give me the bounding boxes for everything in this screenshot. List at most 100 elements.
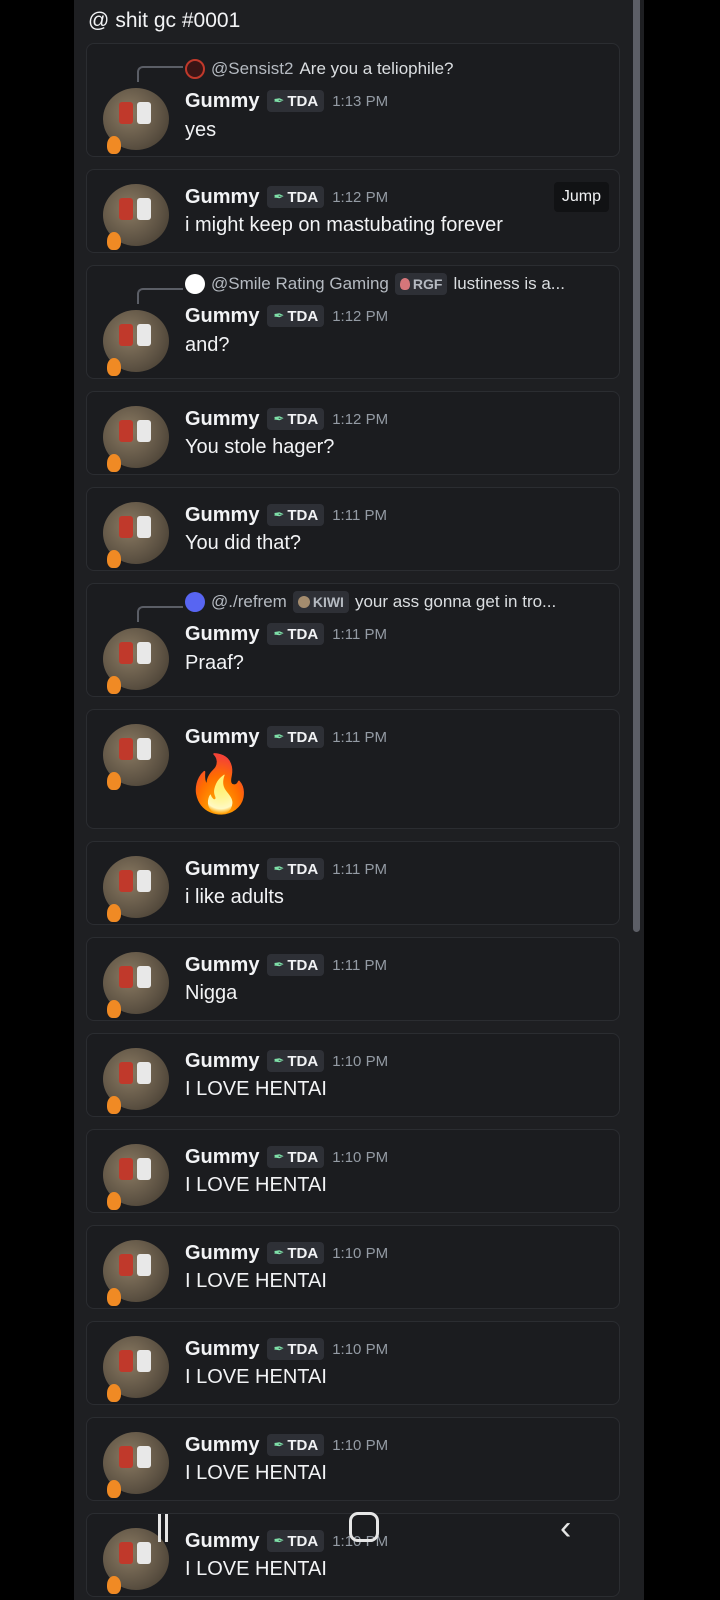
timestamp: 1:11 PM — [332, 728, 387, 746]
sword-icon: ✒ — [273, 861, 285, 876]
avatar[interactable] — [103, 310, 169, 376]
message[interactable]: Gummy ✒ TDA 1:10 PM I LOVE HENTAI — [86, 1513, 620, 1597]
avatar[interactable] — [103, 502, 169, 568]
avatar[interactable] — [103, 856, 169, 922]
author-name[interactable]: Gummy — [185, 305, 259, 328]
message-text: and? — [185, 334, 230, 356]
message[interactable]: Gummy ✒ TDA 1:11 PM You did that? — [86, 487, 620, 571]
message-header: Gummy ✒ TDA 1:11 PM — [185, 724, 387, 750]
message-text: i might keep on mastubating forever — [185, 214, 503, 236]
message-text: I LOVE HENTAI — [185, 1558, 327, 1580]
author-name[interactable]: Gummy — [185, 954, 259, 977]
channel-header: @ shit gc #0001 — [88, 6, 240, 36]
avatar[interactable] — [103, 406, 169, 472]
message[interactable]: Gummy ✒ TDA 1:10 PM I LOVE HENTAI — [86, 1225, 620, 1309]
message[interactable]: Gummy ✒ TDA 1:12 PM You stole hager? — [86, 391, 620, 475]
timestamp: 1:10 PM — [332, 1340, 389, 1358]
reply-mention: @./refrem — [211, 592, 287, 611]
avatar[interactable] — [103, 1144, 169, 1210]
timestamp: 1:10 PM — [332, 1436, 389, 1454]
author-name[interactable]: Gummy — [185, 186, 259, 209]
author-name[interactable]: Gummy — [185, 504, 259, 527]
sword-icon: ✒ — [273, 1341, 285, 1356]
reply-connector — [137, 288, 183, 304]
guild-tag-kiwi[interactable]: KIWI — [292, 591, 349, 613]
sword-icon: ✒ — [273, 957, 285, 972]
reply-avatar-icon — [185, 592, 205, 612]
reply-connector — [137, 66, 183, 82]
message-text: I LOVE HENTAI — [185, 1174, 327, 1196]
guild-tag[interactable]: ✒ TDA — [267, 1242, 325, 1264]
message-text: I LOVE HENTAI — [185, 1366, 327, 1388]
avatar[interactable] — [103, 88, 169, 154]
message[interactable]: Gummy ✒ TDA 1:12 PM i might keep on mastu… — [86, 169, 620, 253]
author-name[interactable]: Gummy — [185, 1338, 259, 1361]
guild-tag[interactable]: ✒ TDA — [267, 954, 325, 976]
message[interactable]: Gummy ✒ TDA 1:11 PM i like adults — [86, 841, 620, 925]
message-text: Praaf? — [185, 652, 244, 674]
message[interactable]: Gummy ✒ TDA 1:10 PM I LOVE HENTAI — [86, 1321, 620, 1405]
avatar[interactable] — [103, 628, 169, 694]
guild-tag[interactable]: ✒ TDA — [267, 858, 325, 880]
guild-tag[interactable]: ✒ TDA — [267, 726, 325, 748]
avatar[interactable] — [103, 1432, 169, 1498]
reply-preview[interactable]: @Sensist2 Are you a teliophile? — [185, 57, 454, 81]
guild-tag[interactable]: ✒ TDA — [267, 504, 325, 526]
avatar[interactable] — [103, 724, 169, 790]
author-name[interactable]: Gummy — [185, 1242, 259, 1265]
message[interactable]: Gummy ✒ TDA 1:10 PM I LOVE HENTAI — [86, 1129, 620, 1213]
author-name[interactable]: Gummy — [185, 90, 259, 113]
message[interactable]: Gummy ✒ TDA 1:10 PM I LOVE HENTAI — [86, 1033, 620, 1117]
guild-tag[interactable]: ✒ TDA — [267, 1530, 325, 1552]
guild-tag[interactable]: ✒ TDA — [267, 1338, 325, 1360]
guild-tag-rgf[interactable]: RGF — [394, 273, 448, 295]
guild-tag[interactable]: ✒ TDA — [267, 1146, 325, 1168]
reply-avatar-icon — [185, 59, 205, 79]
avatar[interactable] — [103, 1240, 169, 1306]
scrollbar[interactable] — [633, 0, 640, 932]
avatar[interactable] — [103, 952, 169, 1018]
message-header: Gummy ✒ TDA 1:10 PM — [185, 1528, 388, 1554]
author-name[interactable]: Gummy — [185, 858, 259, 881]
message-text: I LOVE HENTAI — [185, 1462, 327, 1484]
avatar[interactable] — [103, 1048, 169, 1114]
message[interactable]: Gummy ✒ TDA 1:10 PM I LOVE HENTAI — [86, 1417, 620, 1501]
sword-icon: ✒ — [273, 93, 285, 108]
author-name[interactable]: Gummy — [185, 623, 259, 646]
message-header: Gummy ✒ TDA 1:12 PM — [185, 303, 388, 329]
message[interactable]: @Smile Rating Gaming RGF lustiness is a.… — [86, 265, 620, 379]
message[interactable]: @./refrem KIWI your ass gonna get in tro… — [86, 583, 620, 697]
message[interactable]: Gummy ✒ TDA 1:11 PM 🔥 — [86, 709, 620, 829]
guild-tag[interactable]: ✒ TDA — [267, 408, 325, 430]
heart-icon — [297, 596, 310, 608]
author-name[interactable]: Gummy — [185, 408, 259, 431]
guild-tag[interactable]: ✒ TDA — [267, 186, 325, 208]
avatar[interactable] — [103, 184, 169, 250]
message[interactable]: Gummy ✒ TDA 1:11 PM Nigga — [86, 937, 620, 1021]
message-header: Gummy ✒ TDA 1:11 PM — [185, 502, 387, 528]
author-name[interactable]: Gummy — [185, 1146, 259, 1169]
guild-tag[interactable]: ✒ TDA — [267, 305, 325, 327]
sword-icon: ✒ — [273, 1245, 285, 1260]
message-header: Gummy ✒ TDA 1:11 PM — [185, 952, 387, 978]
guild-tag[interactable]: ✒ TDA — [267, 90, 325, 112]
author-name[interactable]: Gummy — [185, 1050, 259, 1073]
author-name[interactable]: Gummy — [185, 1434, 259, 1457]
message-text: You stole hager? — [185, 436, 335, 458]
author-name[interactable]: Gummy — [185, 1530, 259, 1553]
sword-icon: ✒ — [273, 1149, 285, 1164]
message[interactable]: @Sensist2 Are you a teliophile? Gummy ✒ T… — [86, 43, 620, 157]
jump-button[interactable]: Jump — [553, 182, 609, 212]
reply-preview[interactable]: @Smile Rating Gaming RGF lustiness is a.… — [185, 272, 565, 296]
guild-tag[interactable]: ✒ TDA — [267, 623, 325, 645]
message-header: Gummy ✒ TDA 1:10 PM — [185, 1240, 388, 1266]
author-name[interactable]: Gummy — [185, 726, 259, 749]
avatar[interactable] — [103, 1528, 169, 1594]
timestamp: 1:11 PM — [332, 506, 387, 524]
reply-preview[interactable]: @./refrem KIWI your ass gonna get in tro… — [185, 590, 556, 614]
timestamp: 1:12 PM — [332, 188, 389, 206]
avatar[interactable] — [103, 1336, 169, 1402]
guild-tag[interactable]: ✒ TDA — [267, 1434, 325, 1456]
guild-tag[interactable]: ✒ TDA — [267, 1050, 325, 1072]
timestamp: 1:13 PM — [332, 92, 389, 110]
